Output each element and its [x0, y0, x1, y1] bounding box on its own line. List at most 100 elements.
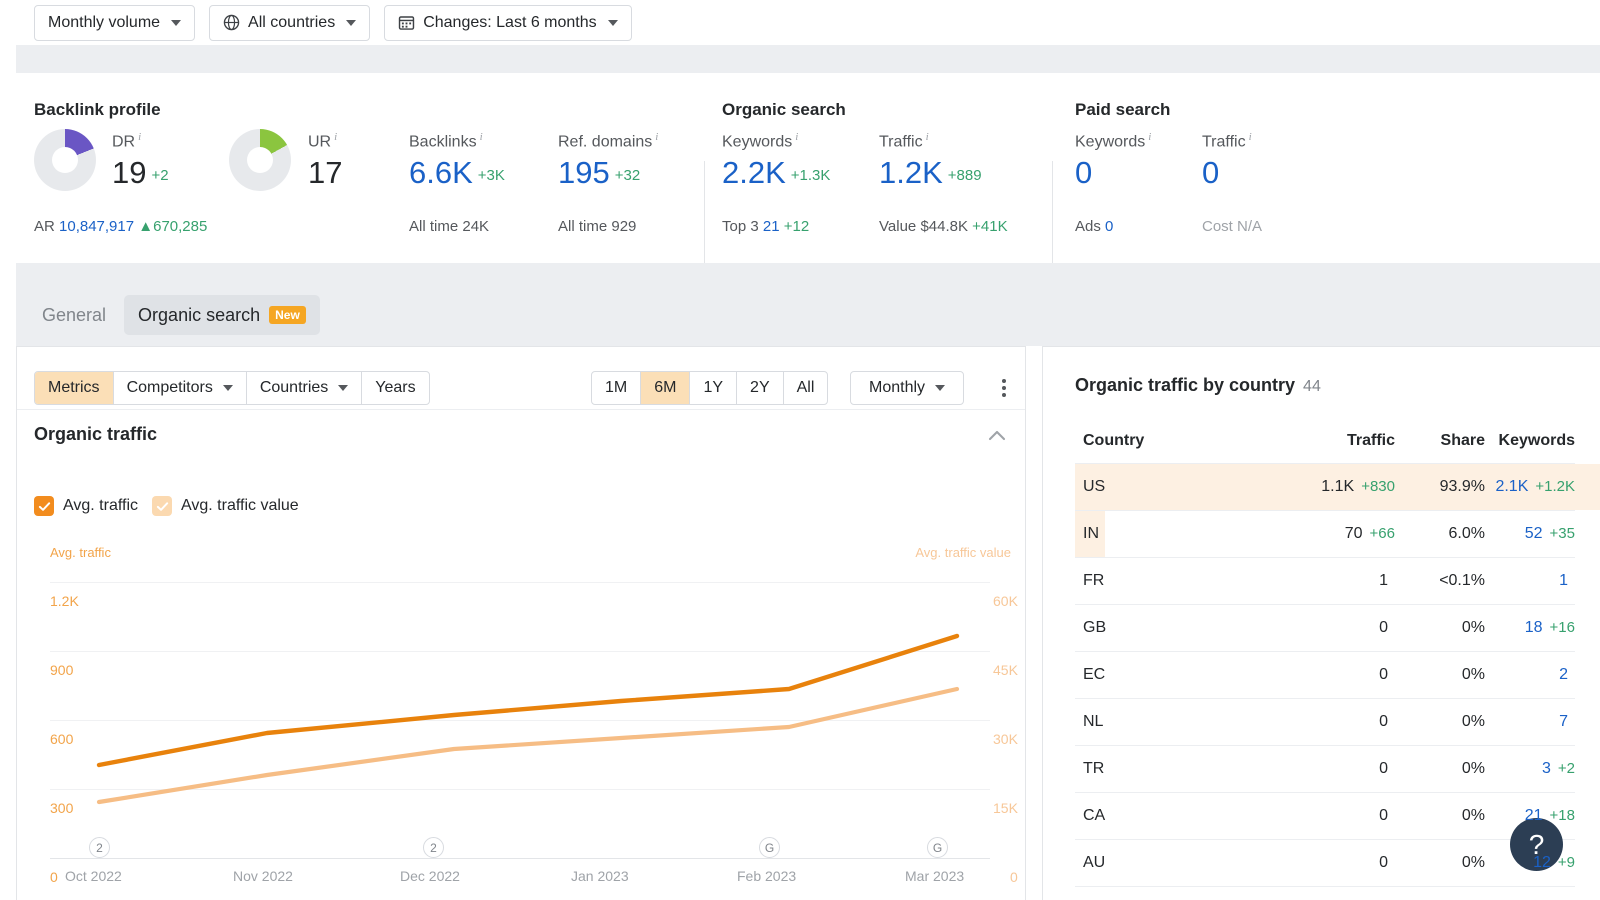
- chevron-down-icon: [346, 19, 357, 26]
- view-competitors-label: Competitors: [126, 379, 213, 396]
- metric-paid-traffic-value[interactable]: 0: [1202, 155, 1219, 190]
- view-competitors-button[interactable]: Competitors: [114, 372, 247, 404]
- share-value: 6.0%: [1448, 525, 1485, 542]
- metric-organic-keywords-delta: +1.3K: [790, 167, 831, 185]
- column-header-keywords[interactable]: Keywords: [1485, 422, 1575, 464]
- metric-backlinks-value[interactable]: 6.6K: [409, 155, 473, 190]
- info-icon[interactable]: i: [480, 131, 483, 143]
- table-row[interactable]: FR 1 <0.1% 1: [1075, 557, 1575, 605]
- table-row[interactable]: TR 0 0% 3 +2: [1075, 745, 1575, 793]
- keywords-value[interactable]: 52: [1525, 525, 1543, 542]
- cell-country: NL: [1075, 698, 1275, 746]
- keywords-value[interactable]: 12: [1533, 854, 1551, 871]
- keywords-value[interactable]: 2.1K: [1495, 478, 1528, 495]
- info-icon[interactable]: i: [795, 131, 798, 143]
- table-row[interactable]: US 1.1K +830 93.9% 2.1K +1.2K: [1075, 463, 1600, 511]
- metric-backlinks-sub: All time 24K: [409, 218, 489, 235]
- range-1m-button[interactable]: 1M: [592, 372, 642, 404]
- x-marker-dec-2022[interactable]: 2: [423, 837, 444, 858]
- granularity-group: Monthly: [850, 371, 965, 405]
- table-row[interactable]: IN 70 +66 6.0% 52 +35: [1075, 510, 1575, 558]
- filter-all-countries[interactable]: All countries: [209, 4, 371, 41]
- metric-dr-value: 19: [112, 155, 147, 191]
- organic-traffic-chart: Avg. traffic Avg. traffic value 1.2K 900…: [17, 541, 1025, 900]
- metric-paid-ads-sub: Ads 0: [1075, 218, 1113, 235]
- country-panel-count: 44: [1303, 378, 1321, 395]
- organic-search-title: Organic search: [722, 100, 846, 119]
- table-row[interactable]: AU 0 0% 12 +9: [1075, 839, 1575, 887]
- metric-organic-keywords-value[interactable]: 2.2K: [722, 155, 786, 190]
- keywords-value[interactable]: 7: [1559, 713, 1568, 730]
- range-1y-button[interactable]: 1Y: [690, 372, 738, 404]
- keywords-value[interactable]: 3: [1542, 760, 1551, 777]
- metrics-group-paid-search: Paid search Keywords i 0 Ads 0 Traffic i 0…: [1075, 73, 1375, 263]
- range-2y-button[interactable]: 2Y: [737, 372, 784, 404]
- metric-organic-traffic-value[interactable]: 1.2K: [879, 155, 943, 190]
- keywords-value[interactable]: 21: [1525, 807, 1543, 824]
- table-row[interactable]: CA 0 0% 21 +18: [1075, 792, 1575, 840]
- filter-changes-range[interactable]: Changes: Last 6 months: [384, 4, 632, 41]
- table-row[interactable]: GB 0 0% 18 +16: [1075, 604, 1575, 652]
- view-metrics-button[interactable]: Metrics: [35, 372, 114, 404]
- info-icon[interactable]: i: [1249, 131, 1252, 143]
- country-code: AU: [1083, 854, 1106, 871]
- filter-bar: Monthly volume All countries Changes: La…: [0, 0, 1600, 45]
- range-all-button[interactable]: All: [784, 372, 828, 404]
- keywords-value[interactable]: 1: [1559, 572, 1568, 589]
- x-label-5: Mar 2023: [905, 868, 965, 884]
- cell-keywords: 2: [1485, 651, 1575, 699]
- share-value: 0%: [1461, 760, 1485, 777]
- metric-paid-cost-sub: Cost N/A: [1202, 218, 1262, 235]
- x-label-0: Oct 2022: [65, 868, 122, 884]
- legend-avg-traffic-value[interactable]: Avg. traffic value: [152, 496, 299, 516]
- cell-traffic: 0: [1275, 792, 1395, 840]
- column-header-traffic[interactable]: Traffic: [1275, 422, 1395, 464]
- cell-share: 0%: [1395, 651, 1485, 699]
- info-icon[interactable]: i: [334, 131, 337, 143]
- metric-cost-value: N/A: [1237, 218, 1263, 235]
- cell-keywords: 18 +16: [1485, 604, 1575, 652]
- info-icon[interactable]: i: [926, 131, 929, 143]
- table-row[interactable]: EC 0 0% 2: [1075, 651, 1575, 699]
- column-header-share[interactable]: Share: [1395, 422, 1485, 464]
- info-icon[interactable]: i: [655, 131, 658, 143]
- checkbox-checked-icon: [152, 496, 172, 516]
- x-marker-oct-2022[interactable]: 2: [89, 837, 110, 858]
- share-value: 0%: [1461, 713, 1485, 730]
- keywords-value[interactable]: 18: [1525, 619, 1543, 636]
- keywords-value[interactable]: 2: [1559, 666, 1568, 683]
- view-countries-button[interactable]: Countries: [247, 372, 363, 404]
- filter-monthly-volume-label: Monthly volume: [48, 13, 161, 31]
- metric-top3-value: 21: [762, 218, 780, 235]
- backlink-profile-title: Backlink profile: [34, 100, 161, 119]
- filter-monthly-volume[interactable]: Monthly volume: [34, 4, 196, 41]
- x-marker-feb-2023[interactable]: G: [759, 837, 780, 858]
- table-row[interactable]: NL 0 0% 7: [1075, 698, 1575, 746]
- metric-paid-keywords: Keywords i 0: [1075, 131, 1151, 190]
- metric-ads-label: Ads: [1075, 218, 1101, 235]
- tab-organic-search[interactable]: Organic search New: [124, 295, 320, 335]
- metric-backlinks: Backlinks i 6.6K +3K: [409, 131, 505, 190]
- column-header-country[interactable]: Country: [1075, 422, 1275, 464]
- traffic-delta: +66: [1369, 525, 1395, 542]
- chevron-up-icon[interactable]: [985, 424, 1009, 448]
- share-value: 0%: [1461, 854, 1485, 871]
- metric-paid-keywords-value[interactable]: 0: [1075, 155, 1092, 190]
- granularity-monthly-button[interactable]: Monthly: [851, 372, 963, 404]
- keywords-delta: +18: [1549, 807, 1575, 824]
- paid-search-title: Paid search: [1075, 100, 1171, 119]
- x-marker-mar-2023[interactable]: G: [927, 837, 948, 858]
- cell-traffic: 0: [1275, 698, 1395, 746]
- cell-share: 6.0%: [1395, 510, 1485, 558]
- tab-general[interactable]: General: [28, 295, 120, 335]
- filter-changes-range-label: Changes: Last 6 months: [423, 13, 597, 31]
- info-icon[interactable]: i: [138, 131, 141, 143]
- range-6m-button[interactable]: 6M: [641, 372, 691, 404]
- metric-ref-domains-value[interactable]: 195: [558, 155, 610, 190]
- legend-avg-traffic[interactable]: Avg. traffic: [34, 496, 138, 516]
- metric-organic-traffic-label: Traffic: [879, 133, 923, 151]
- view-years-button[interactable]: Years: [362, 372, 428, 404]
- info-icon[interactable]: i: [1148, 131, 1151, 143]
- more-options-button[interactable]: [993, 373, 1015, 403]
- view-metrics-label: Metrics: [48, 379, 100, 396]
